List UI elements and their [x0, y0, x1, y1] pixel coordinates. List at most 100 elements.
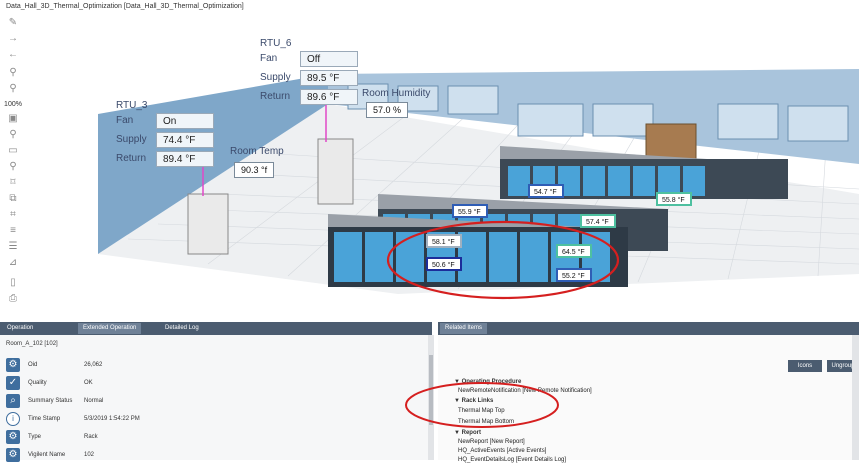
window-title: Data_Hall_3D_Thermal_Optimization [Data_…: [6, 3, 244, 10]
property-label: Oid: [28, 361, 38, 368]
rtu3-return-label: Return: [116, 153, 147, 164]
section-title: Rack Links: [461, 398, 494, 404]
room-temp-value[interactable]: 90.3 °f: [234, 162, 275, 178]
property-value: 5/3/2019 1:54:22 PM: [84, 415, 140, 422]
chart-icon[interactable]: ⊿: [6, 256, 20, 270]
section-report[interactable]: ▼ Report: [454, 430, 481, 436]
rack-temp-tag[interactable]: 55.8 °F: [656, 192, 692, 206]
gear-icon: ⚙: [6, 447, 20, 462]
property-value: 102: [84, 451, 95, 458]
property-label: Quality: [28, 379, 47, 386]
screen-icon[interactable]: ▭: [6, 144, 20, 158]
bottom-panels: Operation Extended Operation Detailed Lo…: [0, 322, 859, 463]
list-icon[interactable]: ☰: [6, 240, 20, 254]
layers-icon[interactable]: ⧉: [6, 192, 20, 206]
page-icon[interactable]: ▯: [6, 276, 20, 290]
gear-icon: ⚙: [6, 357, 20, 372]
property-value: OK: [84, 379, 93, 386]
rtu3-fan-label: Fan: [116, 115, 134, 126]
rtu3-name: RTU_3: [116, 100, 148, 111]
rack-temp-tag[interactable]: 55.2 °F: [556, 268, 592, 282]
related-item[interactable]: HQ_EventDetailsLog [Event Details Log]: [458, 457, 566, 463]
room-humidity-value[interactable]: 57.0 %: [366, 102, 409, 118]
rtu3-unit: [187, 193, 229, 255]
rtu3-fan-value: On: [156, 112, 214, 129]
room-temp-label: Room Temp: [230, 146, 284, 157]
rtu6-name: RTU_6: [260, 38, 292, 49]
property-label: Summary Status: [28, 397, 73, 404]
info-icon: i: [6, 411, 20, 426]
rtu6-fan-value: Off: [300, 50, 358, 67]
icons-button[interactable]: Icons: [788, 360, 822, 372]
print-icon[interactable]: ⎙: [6, 292, 20, 306]
right-tab-bar: Related Items: [438, 322, 859, 335]
room-humidity-label: Room Humidity: [362, 88, 431, 99]
property-row: ⚙ Type Rack: [6, 428, 416, 445]
rtu6-supply-label: Supply: [260, 72, 291, 83]
tab-detailed-log[interactable]: Detailed Log: [160, 323, 204, 334]
properties-scrollbar[interactable]: [428, 335, 434, 460]
zoom-fit-icon[interactable]: ▣: [6, 112, 20, 126]
checkmark-icon: ✓: [6, 375, 20, 390]
rtu3-supply-value: 74.4 °F: [156, 131, 214, 148]
rack-temp-tag[interactable]: 64.5 °F: [556, 244, 592, 258]
zoom-out-icon[interactable]: ⚲: [6, 82, 20, 96]
rtu6-return-label: Return: [260, 91, 291, 102]
property-row: ✓ Quality OK: [6, 374, 416, 391]
arrow-right-icon[interactable]: →: [6, 32, 20, 46]
property-row: ⚙ Oid 26,062: [6, 356, 416, 373]
rtu6-unit: [317, 138, 354, 205]
related-items-panel: Icons Ungroup ▼ Operating Procedure NewR…: [438, 335, 859, 463]
zoom-level[interactable]: 100%: [3, 98, 23, 112]
rack-temp-tag[interactable]: 54.7 °F: [528, 184, 564, 198]
zoom-window-icon[interactable]: ⚲: [6, 128, 20, 142]
rack-temp-tag[interactable]: 55.9 °F: [452, 204, 488, 218]
gear-icon: ⚙: [6, 429, 20, 444]
properties-header: Room_A_102 [102]: [6, 341, 58, 347]
lines-icon[interactable]: ≡: [6, 224, 20, 238]
left-tab-bar: Operation Extended Operation Detailed Lo…: [0, 322, 432, 335]
rtu6-return-value: 89.6 °F: [300, 88, 358, 105]
arrow-left-icon[interactable]: ←: [6, 48, 20, 62]
rack-temp-tag[interactable]: 58.1 °F: [426, 234, 462, 248]
property-label: Type: [28, 433, 42, 440]
property-value: 26,062: [84, 361, 103, 368]
status-icon: ⌕: [6, 393, 20, 408]
property-row: i Time Stamp 5/3/2019 1:54:22 PM: [6, 410, 416, 427]
property-value: Normal: [84, 397, 104, 404]
section-operating-procedure[interactable]: ▼ Operating Procedure: [454, 379, 521, 385]
zoom-in-icon[interactable]: ⚲: [6, 66, 20, 80]
tab-extended-operation[interactable]: Extended Operation: [78, 323, 142, 334]
scrollbar-thumb[interactable]: [429, 355, 433, 425]
property-label: Vigilent Name: [28, 451, 66, 458]
rack-temp-tag[interactable]: 57.4 °F: [580, 214, 616, 228]
related-scrollbar[interactable]: [852, 335, 859, 460]
property-row: ⌕ Summary Status Normal: [6, 392, 416, 409]
rtu6-fan-label: Fan: [260, 53, 278, 64]
rtu3-panel[interactable]: RTU_3 Fan On Supply 74.4 °F Return 89.4 °F: [116, 100, 214, 168]
related-item[interactable]: Thermal Map Bottom: [458, 419, 514, 425]
related-item[interactable]: NewRemoteNotification [New Remote Notifi…: [458, 388, 592, 394]
tab-related-items[interactable]: Related Items: [440, 323, 488, 334]
pen-icon[interactable]: ✎: [6, 16, 20, 30]
tab-operation[interactable]: Operation: [2, 323, 38, 334]
rtu3-supply-label: Supply: [116, 134, 147, 145]
property-row: ⚙ Vigilent Name 102: [6, 446, 416, 463]
section-rack-links[interactable]: ▼ Rack Links: [454, 398, 493, 404]
zoom-area-icon[interactable]: ⚲: [6, 160, 20, 174]
property-value: Rack: [84, 433, 98, 440]
related-item[interactable]: NewReport [New Report]: [458, 439, 525, 445]
rtu6-supply-value: 89.5 °F: [300, 69, 358, 86]
related-item[interactable]: Thermal Map Top: [458, 408, 505, 414]
data-hall-3d-view[interactable]: RTU_6 Fan Off Supply 89.5 °F Return 89.6 °F…: [28, 14, 859, 319]
property-label: Time Stamp: [28, 415, 61, 422]
section-title: Report: [461, 430, 481, 436]
section-title: Operating Procedure: [461, 379, 522, 385]
properties-panel: Room_A_102 [102] ⚙ Oid 26,062 ✓ Quality …: [0, 335, 432, 463]
frame-icon[interactable]: ⌑: [6, 176, 20, 190]
rtu3-return-value: 89.4 °F: [156, 150, 214, 167]
rack-temp-tag[interactable]: 50.6 °F: [426, 257, 462, 271]
resize-icon[interactable]: ⌗: [6, 208, 20, 222]
related-item[interactable]: HQ_ActiveEvents [Active Events]: [458, 448, 546, 454]
rtu6-panel[interactable]: RTU_6 Fan Off Supply 89.5 °F Return 89.6 °F: [260, 38, 358, 106]
